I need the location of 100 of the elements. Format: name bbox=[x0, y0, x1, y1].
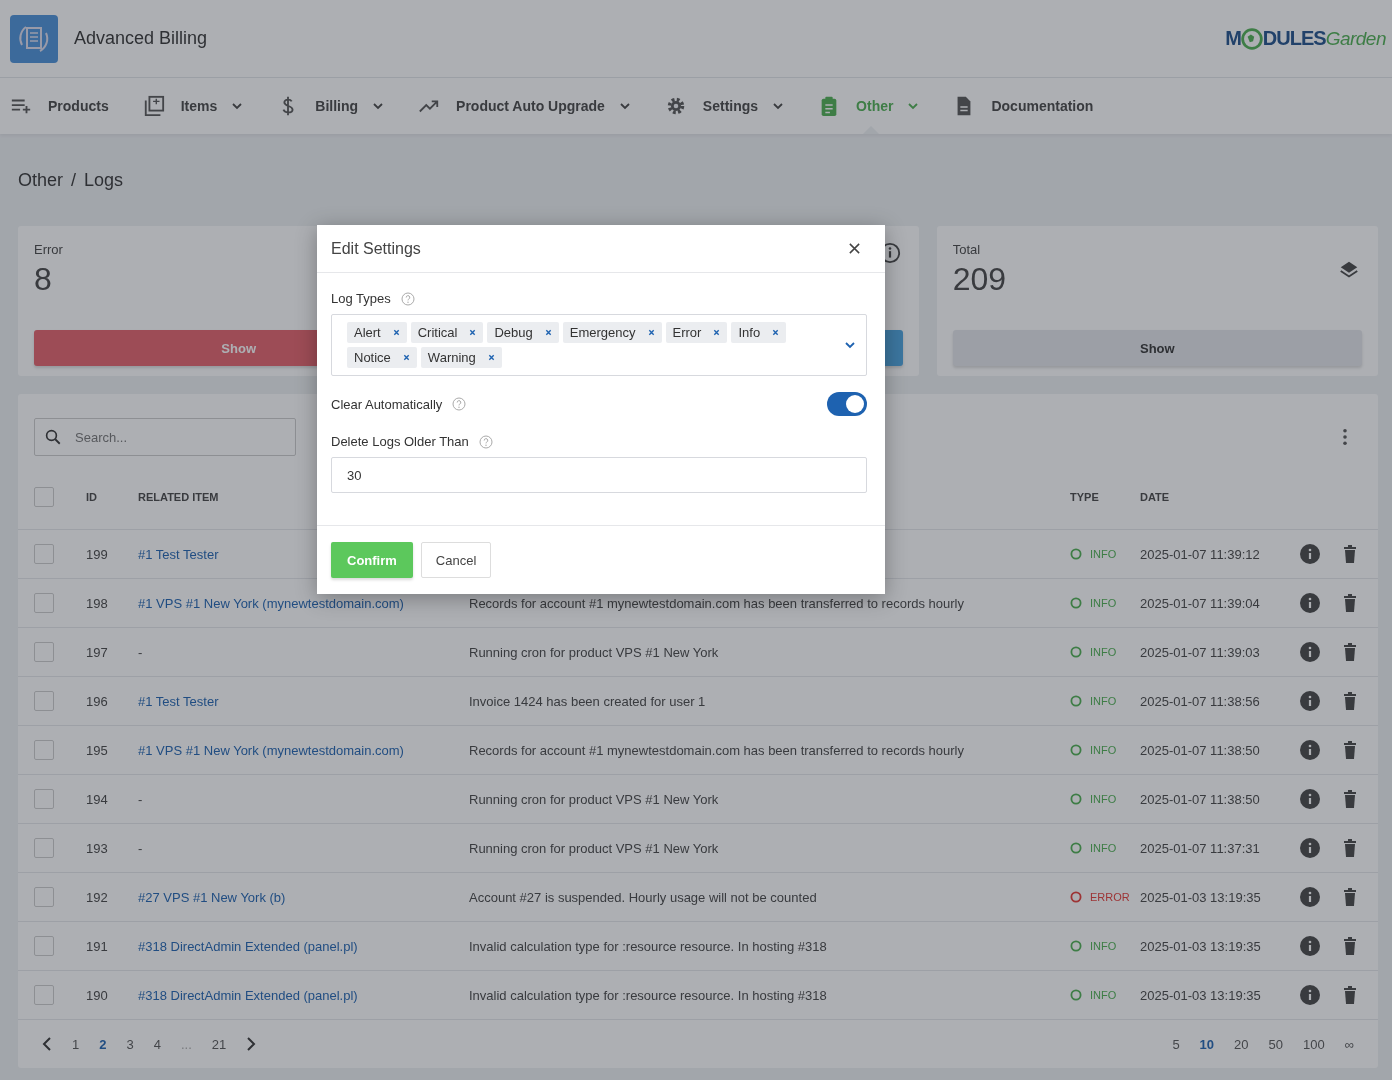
previous-page-icon[interactable] bbox=[42, 1037, 52, 1051]
nav-tab[interactable]: Documentation bbox=[953, 78, 1094, 134]
status-ring-icon bbox=[1070, 744, 1082, 756]
row-checkbox[interactable] bbox=[34, 740, 54, 760]
table-cell-text: 2025-01-07 11:38:50 bbox=[1140, 791, 1261, 807]
info-icon[interactable] bbox=[1300, 544, 1320, 564]
info-icon[interactable] bbox=[1300, 789, 1320, 809]
info-icon[interactable] bbox=[1300, 838, 1320, 858]
row-checkbox[interactable] bbox=[34, 985, 54, 1005]
table-cell-text: 2025-01-07 11:37:31 bbox=[1140, 840, 1261, 856]
page-link[interactable]: 21 bbox=[211, 1036, 227, 1052]
chevron-down-icon bbox=[618, 100, 631, 112]
page-link[interactable]: 1 bbox=[72, 1036, 80, 1052]
row-checkbox[interactable] bbox=[34, 789, 54, 809]
table-cell-text: Records for account #1 mynewtestdomain.com has been transferred to records hourly bbox=[469, 595, 965, 611]
row-checkbox[interactable] bbox=[34, 642, 54, 662]
remove-icon[interactable] bbox=[772, 329, 780, 336]
nav-tab[interactable]: Product Auto Upgrade bbox=[418, 78, 631, 134]
table-cell-text: Invalid calculation type for :resource resource. In hosting #318 bbox=[469, 938, 828, 954]
table-cell-text: Running cron for product VPS #1 New York bbox=[469, 644, 720, 660]
page-link[interactable]: 3 bbox=[126, 1036, 134, 1052]
field-label: Clear Automatically bbox=[331, 396, 443, 412]
multi-select-field[interactable]: Alert Critical Debug Emergency Error Info Notice Warning bbox=[331, 314, 867, 376]
page-size-option[interactable]: 100 bbox=[1303, 1036, 1325, 1052]
table-cell[interactable]: #318 DirectAdmin Extended (panel.pl) bbox=[138, 938, 469, 954]
remove-icon[interactable] bbox=[402, 354, 410, 361]
input-field[interactable]: 30 bbox=[331, 457, 867, 493]
remove-icon[interactable] bbox=[647, 329, 655, 336]
show-button[interactable]: Show bbox=[952, 330, 1362, 366]
field-label: Log Types bbox=[331, 291, 391, 306]
tag-chip[interactable]: Error bbox=[665, 322, 728, 343]
tag-chip[interactable]: Emergency bbox=[562, 322, 662, 343]
close-icon[interactable] bbox=[848, 242, 861, 255]
table-cell-text: Invoice 1424 has been created for user 1 bbox=[469, 693, 707, 709]
page-link[interactable]: 4 bbox=[153, 1036, 161, 1052]
nav-tab[interactable]: Billing bbox=[277, 78, 385, 134]
row-checkbox[interactable] bbox=[34, 691, 54, 711]
chevron-down-icon bbox=[907, 100, 920, 112]
table-cell[interactable]: #1 VPS #1 New York (mynewtestdomain.com) bbox=[138, 742, 469, 758]
info-icon[interactable] bbox=[1300, 642, 1320, 662]
breadcrumb-separator: / bbox=[71, 169, 77, 191]
remove-icon[interactable] bbox=[392, 329, 400, 336]
type-label: INFO bbox=[1090, 695, 1117, 707]
column-header: DATE bbox=[1140, 490, 1171, 503]
remove-icon[interactable] bbox=[544, 329, 552, 336]
status-ring-icon bbox=[1070, 548, 1082, 560]
nav-tab[interactable]: Products bbox=[10, 78, 109, 134]
page-size-option[interactable]: 10 bbox=[1199, 1036, 1215, 1052]
more-options-icon[interactable] bbox=[1342, 428, 1348, 446]
row-checkbox[interactable] bbox=[34, 544, 54, 564]
table-cell-text: 2025-01-07 11:39:03 bbox=[1140, 644, 1261, 660]
table-cell-text: Running cron for product VPS #1 New York bbox=[469, 791, 720, 807]
page-link[interactable]: 2 bbox=[99, 1036, 107, 1052]
table-cell[interactable]: #1 Test Tester bbox=[138, 693, 469, 709]
remove-icon[interactable] bbox=[713, 329, 721, 336]
select-all-checkbox[interactable] bbox=[34, 486, 54, 507]
tag-chip[interactable]: Critical bbox=[410, 322, 484, 343]
row-checkbox[interactable] bbox=[34, 936, 54, 956]
toggle-switch[interactable] bbox=[827, 392, 867, 416]
column-header: ID bbox=[86, 490, 98, 503]
page-size-option[interactable]: 5 bbox=[1172, 1036, 1180, 1052]
stacked-images-icon bbox=[142, 95, 165, 117]
remove-icon[interactable] bbox=[487, 354, 495, 361]
info-icon[interactable] bbox=[1300, 691, 1320, 711]
info-icon[interactable] bbox=[1300, 887, 1320, 907]
table-cell-text: 2025-01-07 11:38:50 bbox=[1140, 742, 1261, 758]
page-size-option[interactable]: ∞ bbox=[1344, 1036, 1354, 1052]
search-field[interactable]: Search... bbox=[34, 418, 296, 456]
info-icon[interactable] bbox=[1300, 985, 1320, 1005]
table-cell-text: 191 bbox=[86, 938, 109, 954]
nav-tab[interactable]: Items bbox=[142, 78, 244, 134]
cancel-button[interactable]: Cancel bbox=[420, 542, 492, 578]
app-title: Advanced Billing bbox=[74, 28, 208, 49]
row-checkbox[interactable] bbox=[34, 887, 54, 907]
tag-chip[interactable]: Info bbox=[731, 322, 787, 343]
row-checkbox[interactable] bbox=[34, 838, 54, 858]
chevron-down-icon[interactable] bbox=[844, 339, 856, 351]
tag-chip[interactable]: Notice bbox=[347, 347, 417, 368]
table-cell[interactable]: #318 DirectAdmin Extended (panel.pl) bbox=[138, 987, 469, 1003]
table-cell[interactable]: #27 VPS #1 New York (b) bbox=[138, 889, 469, 905]
column-header: RELATED ITEM bbox=[138, 490, 220, 503]
tag-chip[interactable]: Warning bbox=[420, 347, 502, 368]
tag-chip[interactable]: Debug bbox=[487, 322, 559, 343]
type-label: INFO bbox=[1090, 940, 1117, 952]
chevron-down-icon bbox=[772, 100, 785, 112]
page-size-option[interactable]: 20 bbox=[1234, 1036, 1249, 1052]
info-icon[interactable] bbox=[1300, 936, 1320, 956]
next-page-icon[interactable] bbox=[246, 1037, 257, 1051]
info-icon[interactable] bbox=[1300, 740, 1320, 760]
table-cell[interactable]: #1 VPS #1 New York (mynewtestdomain.com) bbox=[138, 595, 469, 611]
breadcrumb-item[interactable]: Other bbox=[18, 169, 64, 191]
help-icon bbox=[400, 291, 415, 306]
remove-icon[interactable] bbox=[469, 329, 477, 336]
nav-tab[interactable]: Settings bbox=[664, 78, 785, 134]
page-size-option[interactable]: 50 bbox=[1268, 1036, 1283, 1052]
info-icon[interactable] bbox=[1300, 593, 1320, 613]
logo-text: M bbox=[1225, 27, 1241, 50]
type-label: ERROR bbox=[1090, 891, 1130, 903]
row-checkbox[interactable] bbox=[34, 593, 54, 613]
tag-chip[interactable]: Alert bbox=[347, 322, 407, 343]
